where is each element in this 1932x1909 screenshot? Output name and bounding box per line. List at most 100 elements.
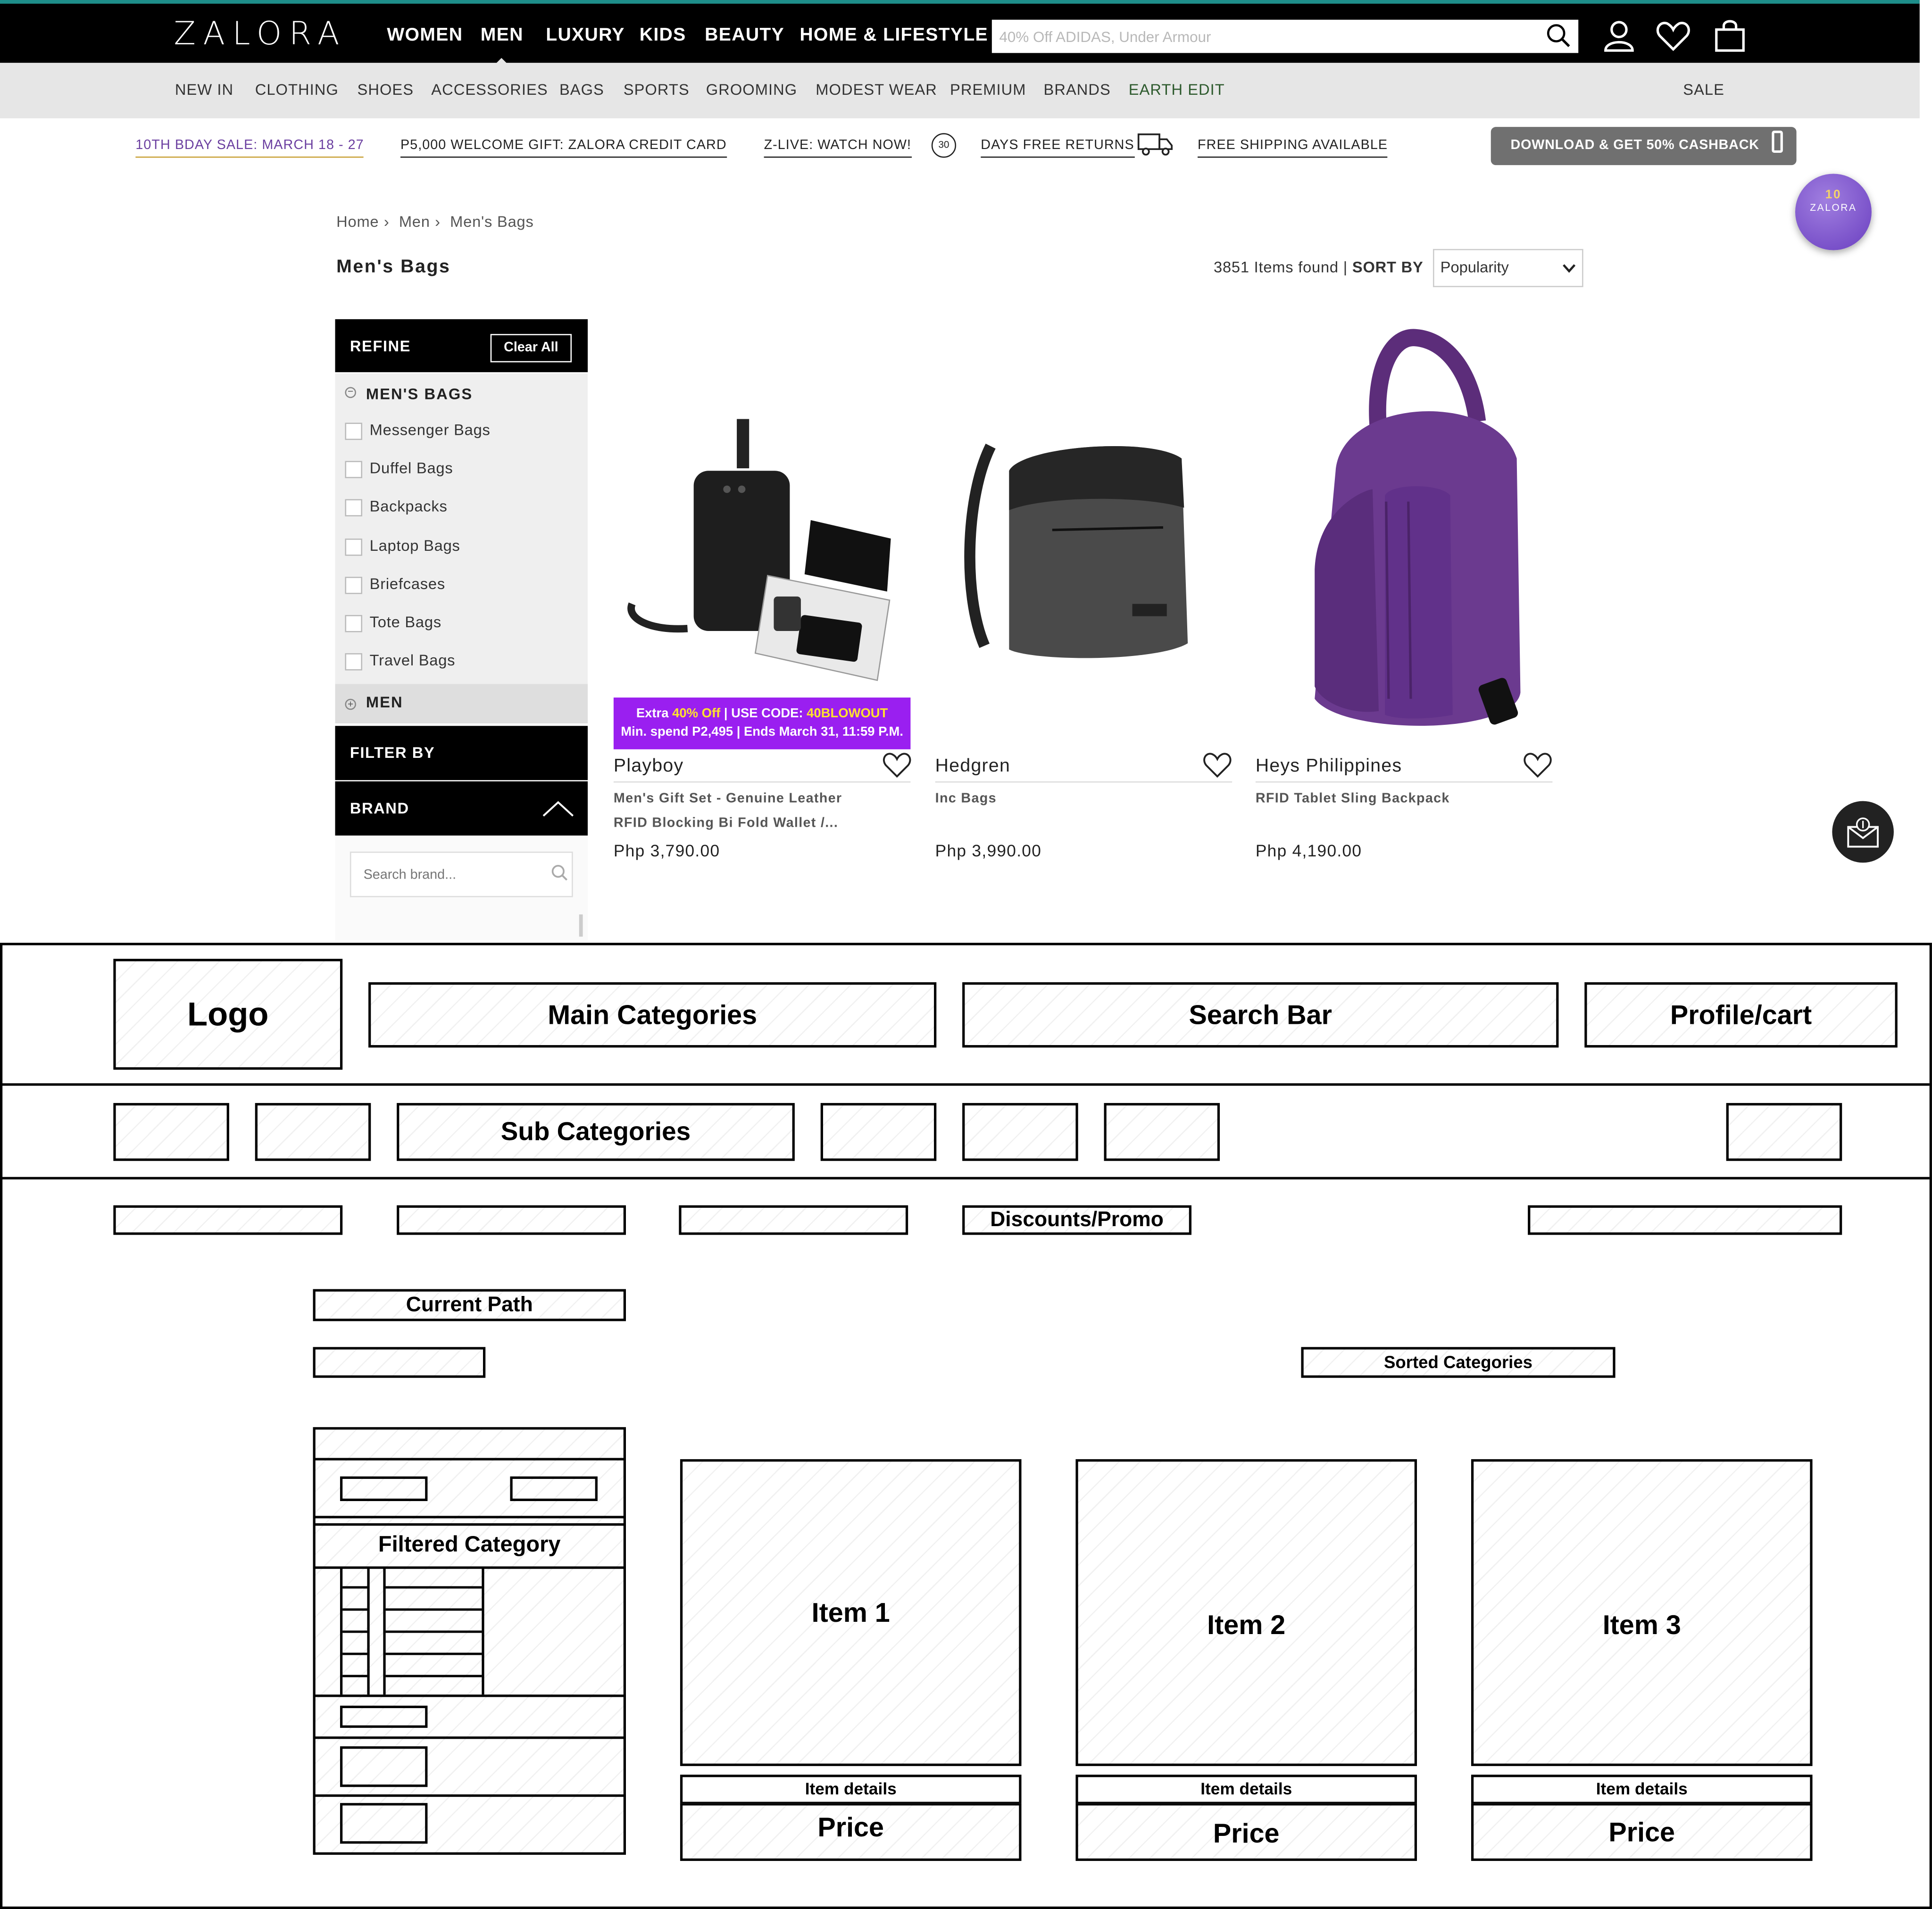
wishlist-heart-icon[interactable]	[1203, 752, 1232, 779]
zalora-anniversary-badge[interactable]: 10 ZALORA	[1795, 174, 1872, 250]
wf-subcategory-box	[113, 1103, 229, 1161]
filter-label: Backpacks	[369, 498, 448, 515]
wf-subcategory-box	[820, 1103, 937, 1161]
breadcrumb: Home › Men › Men's Bags	[336, 213, 539, 231]
items-found-count: 3851 Items found | SORT BY	[1214, 259, 1424, 276]
promo-free-shipping[interactable]: FREE SHIPPING AVAILABLE	[1198, 138, 1388, 158]
checkbox[interactable]	[345, 538, 362, 556]
promo-code-banner[interactable]: Extra 40% Off | USE CODE: 40BLOWOUT Min.…	[613, 697, 911, 749]
chevron-up-icon[interactable]	[542, 800, 574, 817]
bag-icon[interactable]	[1713, 18, 1747, 53]
promo-banner-line1: Extra 40% Off | USE CODE: 40BLOWOUT	[614, 705, 911, 723]
breadcrumb-home[interactable]: Home	[336, 213, 379, 231]
promo-z-live[interactable]: Z-LIVE: WATCH NOW!	[764, 138, 912, 158]
filter-tote-bags[interactable]: Tote Bags	[345, 614, 441, 632]
filter-laptop-bags[interactable]: Laptop Bags	[345, 537, 460, 556]
wf-subcategory-box	[1104, 1103, 1220, 1161]
product-description[interactable]: RFID Blocking Bi Fold Wallet /...	[614, 816, 838, 830]
nav-kids[interactable]: KIDS	[640, 25, 686, 45]
download-app-button[interactable]: DOWNLOAD & GET 50% CASHBACK	[1491, 127, 1797, 166]
product-brand[interactable]: Playboy	[614, 755, 684, 776]
checkbox[interactable]	[345, 460, 362, 478]
category-filter-panel: − MEN'S BAGS Messenger Bags Duffel Bags …	[335, 373, 588, 684]
breadcrumb-mens-bags: Men's Bags	[450, 213, 534, 231]
checkbox[interactable]	[345, 422, 362, 440]
heart-icon[interactable]	[1656, 18, 1690, 53]
promo-text: Extra	[636, 706, 673, 721]
checkbox[interactable]	[345, 614, 362, 632]
subnav-grooming[interactable]: GROOMING	[706, 81, 797, 99]
subnav-premium[interactable]: PREMIUM	[950, 81, 1026, 99]
wf-search-bar: Search Bar	[962, 982, 1559, 1048]
search-icon[interactable]	[1546, 24, 1571, 48]
subnav-clothing[interactable]: CLOTHING	[255, 81, 339, 99]
checkbox[interactable]	[345, 498, 362, 516]
expand-icon[interactable]: +	[345, 698, 356, 710]
nav-men[interactable]: MEN	[481, 25, 524, 66]
nav-women[interactable]: WOMEN	[387, 25, 463, 45]
search-icon[interactable]	[551, 864, 568, 881]
brand-filter-header[interactable]: BRAND	[335, 781, 588, 836]
filter-briefcases[interactable]: Briefcases	[345, 575, 445, 594]
wf-line	[313, 1523, 626, 1526]
search-input[interactable]	[997, 19, 1544, 53]
wf-sorted-categories: Sorted Categories	[1301, 1347, 1616, 1378]
user-icon[interactable]	[1602, 18, 1636, 53]
sort-select[interactable]: Popularity	[1432, 249, 1583, 287]
wishlist-heart-icon[interactable]	[1523, 752, 1553, 779]
product-image-playboy[interactable]	[613, 323, 909, 748]
nav-beauty[interactable]: BEAUTY	[705, 25, 784, 45]
subnav-bags[interactable]: BAGS	[559, 81, 604, 99]
wishlist-heart-icon[interactable]	[882, 752, 912, 779]
filter-messenger-bags[interactable]: Messenger Bags	[345, 422, 490, 440]
filter-travel-bags[interactable]: Travel Bags	[345, 652, 455, 670]
product-description[interactable]: Men's Gift Set - Genuine Leather	[614, 791, 842, 806]
badge-number: 10	[1825, 188, 1842, 202]
brand-search-input[interactable]	[361, 853, 551, 897]
wf-subcategory-box	[255, 1103, 371, 1161]
checkbox[interactable]	[345, 576, 362, 594]
wf-item-3: Item 3	[1471, 1459, 1813, 1766]
wf-line	[313, 1794, 626, 1797]
collapse-icon[interactable]: −	[345, 386, 356, 398]
product-image-hedgren[interactable]	[935, 323, 1231, 748]
wf-line	[313, 1458, 626, 1461]
subnav-earth-edit[interactable]: EARTH EDIT	[1129, 81, 1225, 99]
promo-free-returns[interactable]: DAYS FREE RETURNS	[981, 138, 1134, 158]
breadcrumb-separator: ›	[435, 213, 441, 231]
returns-cycle-icon: 30	[931, 133, 957, 158]
product-brand[interactable]: Heys Philippines	[1256, 755, 1402, 776]
subnav-sale[interactable]: SALE	[1683, 81, 1724, 99]
product-image-heys[interactable]	[1255, 323, 1551, 748]
product-description[interactable]: RFID Tablet Sling Backpack	[1256, 791, 1450, 806]
parent-category-men[interactable]: + MEN	[335, 684, 588, 724]
category-heading[interactable]: MEN'S BAGS	[366, 386, 473, 403]
breadcrumb-men[interactable]: Men	[399, 213, 430, 231]
product-description[interactable]: Inc Bags	[935, 791, 997, 806]
promo-banner-line2: Min. spend P2,495 | Ends March 31, 11:59…	[621, 724, 903, 739]
wf-discounts-promo: Discounts/Promo	[962, 1205, 1191, 1235]
product-brand[interactable]: Hedgren	[935, 755, 1010, 776]
promo-welcome-gift[interactable]: P5,000 WELCOME GIFT: ZALORA CREDIT CARD	[400, 138, 727, 158]
promo-bday-sale[interactable]: 10TH BDAY SALE: MARCH 18 - 27	[135, 138, 364, 158]
chat-support-button[interactable]	[1832, 801, 1894, 863]
wf-small-box	[340, 1803, 428, 1844]
top-header: ZALORA WOMEN MEN LUXURY KIDS BEAUTY HOME…	[0, 0, 1920, 66]
subnav-modest-wear[interactable]: MODEST WEAR	[816, 81, 937, 99]
wf-small-box	[340, 1705, 428, 1728]
subnav-shoes[interactable]: SHOES	[358, 81, 414, 99]
subnav-brands[interactable]: BRANDS	[1044, 81, 1111, 99]
zalora-logo[interactable]: ZALORA	[174, 16, 347, 53]
nav-home-lifestyle[interactable]: HOME & LIFESTYLE	[799, 25, 988, 45]
checkbox[interactable]	[345, 653, 362, 670]
sidebar-scrollbar[interactable]	[579, 914, 583, 937]
clear-all-button[interactable]: Clear All	[490, 334, 572, 363]
nav-luxury[interactable]: LUXURY	[546, 25, 625, 45]
wf-item-2: Item 2	[1075, 1459, 1417, 1766]
filter-duffel-bags[interactable]: Duffel Bags	[345, 460, 453, 478]
subnav-sports[interactable]: SPORTS	[624, 81, 690, 99]
refine-header: REFINE Clear All	[335, 319, 588, 373]
subnav-accessories[interactable]: ACCESSORIES	[431, 81, 548, 99]
subnav-new-in[interactable]: NEW IN	[175, 81, 233, 99]
filter-backpacks[interactable]: Backpacks	[345, 498, 447, 516]
